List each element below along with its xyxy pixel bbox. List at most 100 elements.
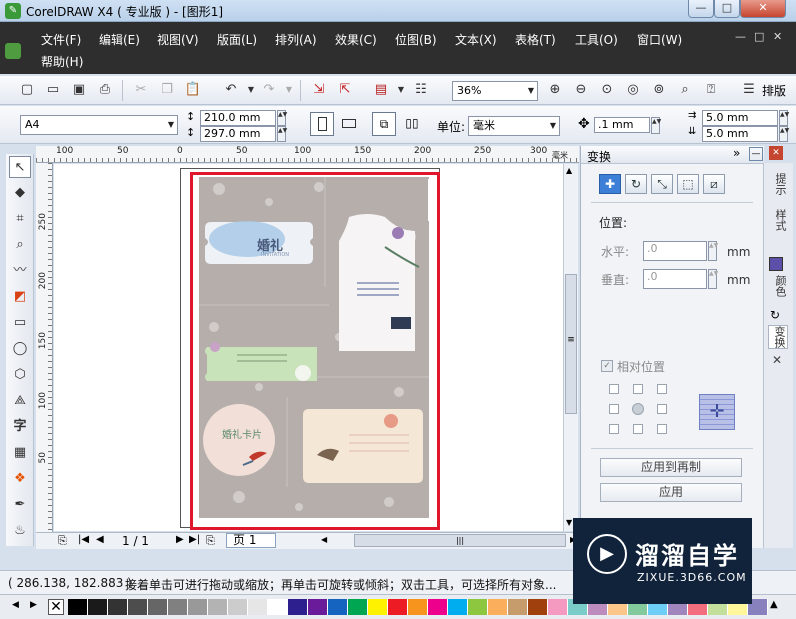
close-tab-icon[interactable]: ✕ [772, 353, 782, 367]
menu-bitmaps[interactable]: 位图(B) [395, 30, 437, 50]
color-swatch[interactable] [88, 599, 108, 615]
color-swatch[interactable] [108, 599, 128, 615]
color-swatch[interactable] [288, 599, 308, 615]
palette-scroll-left-icon[interactable]: ◀ [12, 600, 19, 610]
portrait-button[interactable] [310, 112, 334, 136]
zoom-height-icon[interactable]: ⍰ [702, 81, 720, 99]
menu-edit[interactable]: 编辑(E) [99, 30, 140, 50]
menu-window[interactable]: 窗口(W) [637, 30, 682, 50]
color-swatch[interactable] [528, 599, 548, 615]
scale-mode-icon[interactable]: ⤡ [651, 174, 673, 194]
menu-text[interactable]: 文本(X) [455, 30, 497, 50]
paste-icon[interactable]: 📋 [184, 81, 202, 99]
width-spinner[interactable]: ▲▼ [277, 110, 287, 126]
docker-collapse-icon[interactable]: » [733, 146, 740, 160]
shape-tool-icon[interactable]: ◆ [9, 182, 31, 204]
scroll-up-icon[interactable]: ▲ [566, 166, 572, 175]
snap-label[interactable]: 排版 [762, 82, 786, 99]
welcome-icon[interactable]: ☷ [412, 81, 430, 99]
color-swatch[interactable] [388, 599, 408, 615]
apply-button[interactable]: 应用 [600, 483, 742, 502]
copy-icon[interactable]: ❐ [158, 81, 176, 99]
skew-mode-icon[interactable]: ⧄ [703, 174, 725, 194]
zoom-out-icon[interactable]: ⊖ [572, 81, 590, 99]
tab-color[interactable]: 颜色 [768, 275, 788, 297]
new-icon[interactable]: ▢ [18, 81, 36, 99]
docker-close-icon[interactable]: ✕ [769, 146, 783, 160]
open-icon[interactable]: ▭ [44, 81, 62, 99]
vertical-spinner[interactable]: ▲▼ [708, 269, 718, 289]
add-page-before-icon[interactable]: ⎘ [58, 534, 67, 548]
coreldraw-app-icon[interactable]: ✎ [5, 3, 21, 19]
paper-width-field[interactable]: 210.0 mm [200, 110, 276, 126]
anchor-middle-right[interactable] [657, 404, 667, 414]
scroll-down-icon[interactable]: ▼ [566, 518, 572, 527]
horizontal-spinner[interactable]: ▲▼ [708, 241, 718, 261]
landscape-button[interactable] [338, 112, 362, 136]
page-tab-1[interactable]: 页 1 [226, 533, 276, 548]
anchor-middle-left[interactable] [609, 404, 619, 414]
menu-effects[interactable]: 效果(C) [335, 30, 377, 50]
zoom-all-icon[interactable]: ◎ [624, 81, 642, 99]
next-page-icon[interactable]: ▶ [176, 534, 184, 545]
anchor-bottom-center[interactable] [633, 424, 643, 434]
doc-close-button[interactable]: ✕ [773, 30, 782, 43]
cut-icon[interactable]: ✂ [132, 81, 150, 99]
menu-arrange[interactable]: 排列(A) [275, 30, 317, 50]
pick-tool-icon[interactable]: ↖ [9, 156, 31, 178]
maximize-button[interactable]: □ [714, 0, 740, 18]
height-spinner[interactable]: ▲▼ [277, 126, 287, 142]
color-swatch-icon[interactable] [769, 257, 783, 271]
crop-tool-icon[interactable]: ⌗ [9, 208, 31, 230]
close-button[interactable]: ✕ [740, 0, 786, 18]
color-swatch[interactable] [508, 599, 528, 615]
eyedropper-tool-icon[interactable]: ✒ [9, 494, 31, 516]
menu-help[interactable]: 帮助(H) [41, 52, 83, 72]
palette-menu-icon[interactable]: ▶ [30, 600, 37, 610]
snap-icon[interactable]: ☰ [740, 81, 758, 99]
zoom-width-icon[interactable]: ⌕ [676, 81, 694, 99]
color-swatch[interactable] [168, 599, 188, 615]
color-swatch[interactable] [488, 599, 508, 615]
vertical-scrollbar[interactable]: ▲ ≡ ▼ [563, 164, 578, 531]
horizontal-ruler[interactable]: 100 50 0 50 100 150 200 250 300 毫米 [36, 146, 579, 163]
freehand-tool-icon[interactable]: 〰 [9, 260, 31, 282]
vertical-ruler[interactable]: 250 200 150 100 50 [36, 163, 53, 533]
polygon-tool-icon[interactable]: ⬡ [9, 364, 31, 386]
color-swatch[interactable] [148, 599, 168, 615]
anchor-top-right[interactable] [657, 384, 667, 394]
text-tool-icon[interactable]: 字 [9, 416, 31, 438]
scroll-left-icon[interactable]: ◀ [321, 535, 327, 544]
anchor-bottom-left[interactable] [609, 424, 619, 434]
tab-hints[interactable]: 提示 [768, 173, 788, 195]
menu-view[interactable]: 视图(V) [157, 30, 199, 50]
docker-minimize-icon[interactable]: — [749, 147, 763, 161]
ellipse-tool-icon[interactable]: ◯ [9, 338, 31, 360]
outline-tool-icon[interactable]: ♨ [9, 520, 31, 542]
menu-file[interactable]: 文件(F) [41, 30, 81, 50]
previous-page-icon[interactable]: ◀ [96, 534, 104, 545]
color-swatch[interactable] [368, 599, 388, 615]
interactive-tool-icon[interactable]: ❖ [9, 468, 31, 490]
duplicate-y-field[interactable]: 5.0 mm [702, 126, 778, 142]
color-swatch[interactable] [228, 599, 248, 615]
paper-height-field[interactable]: 297.0 mm [200, 126, 276, 142]
color-swatch[interactable] [548, 599, 568, 615]
color-swatch[interactable] [128, 599, 148, 615]
size-mode-icon[interactable]: ⬚ [677, 174, 699, 194]
save-icon[interactable]: ▣ [70, 81, 88, 99]
color-swatch[interactable] [308, 599, 328, 615]
zoom-selected-icon[interactable]: ⊙ [598, 81, 616, 99]
first-page-icon[interactable]: |◀ [78, 534, 89, 545]
zoom-in-icon[interactable]: ⊕ [546, 81, 564, 99]
redo-dropdown-icon[interactable]: ▼ [280, 81, 298, 99]
export-icon[interactable]: ⇱ [336, 81, 354, 99]
doc-restore-button[interactable]: □ [754, 30, 764, 43]
zoom-tool-icon[interactable]: ⌕ [9, 234, 31, 256]
launcher-dropdown-icon[interactable]: ▼ [392, 81, 410, 99]
duplicate-x-field[interactable]: 5.0 mm [702, 110, 778, 126]
print-icon[interactable]: ⎙ [96, 81, 114, 99]
rotate-mode-icon[interactable]: ↻ [625, 174, 647, 194]
tab-styles[interactable]: 样式 [768, 209, 788, 231]
anchor-bottom-right[interactable] [657, 424, 667, 434]
